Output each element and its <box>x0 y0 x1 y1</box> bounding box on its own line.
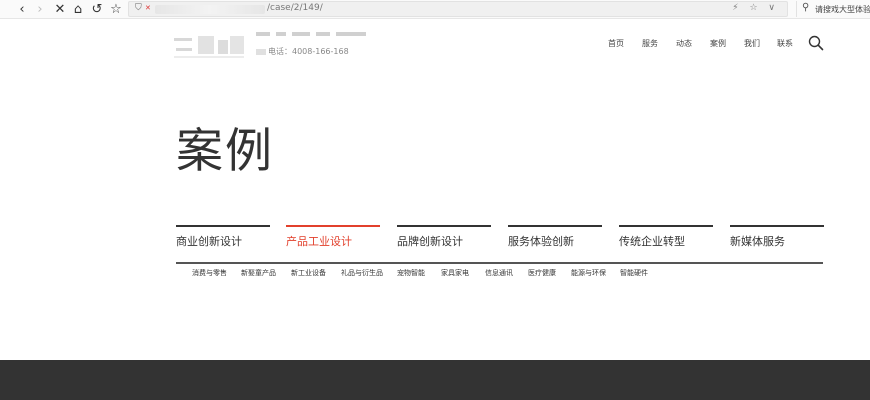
nav-contact[interactable]: 联系 <box>777 38 793 49</box>
hotline: 电话：4008-166-168 <box>256 46 349 57</box>
address-bar[interactable]: ⛉ ✕ /case/2/149/ ⚡ ☆ ∨ <box>128 1 788 17</box>
page-title: 案例 <box>176 124 274 179</box>
site-tagline-redacted <box>256 32 391 38</box>
category-tab-5[interactable]: 传统企业转型 <box>619 225 713 255</box>
subcategory-link-4[interactable]: 礼品与衍生品 <box>341 268 383 278</box>
back-icon[interactable]: ‹ <box>14 1 30 17</box>
url-tools-icons[interactable]: ⚡ ☆ ∨ <box>732 3 779 13</box>
subcategory-link-5[interactable]: 宠物智能 <box>397 268 425 278</box>
subcategory-link-3[interactable]: 新工业设备 <box>291 268 326 278</box>
home-icon[interactable]: ⌂ <box>70 1 86 17</box>
subcategory-link-1[interactable]: 消费与零售 <box>192 268 227 278</box>
category-tab-6[interactable]: 新媒体服务 <box>730 225 824 255</box>
bookmark-star-icon[interactable]: ☆ <box>108 1 124 17</box>
site-logo[interactable] <box>174 34 244 58</box>
browser-search-box[interactable]: ⚲ 请搜戏大型体验馆 <box>796 1 870 17</box>
footer-band <box>0 360 870 400</box>
category-tab-2[interactable]: 产品工业设计 <box>286 225 380 255</box>
subcategory-link-10[interactable]: 智能硬件 <box>620 268 648 278</box>
shield-icon: ⛉ <box>135 3 142 13</box>
category-tab-1[interactable]: 商业创新设计 <box>176 225 270 255</box>
nav-cases[interactable]: 案例 <box>710 38 726 49</box>
subcategory-link-2[interactable]: 新娶童产品 <box>241 268 276 278</box>
subcategory-link-6[interactable]: 家具家电 <box>441 268 469 278</box>
reload-icon[interactable]: ↺ <box>89 1 105 17</box>
nav-home[interactable]: 首页 <box>608 38 624 49</box>
phone-number: 4008-166-168 <box>292 47 349 56</box>
url-path: /case/2/149/ <box>267 3 323 13</box>
site-search-icon[interactable] <box>808 35 824 51</box>
subcategory-link-8[interactable]: 医疗健康 <box>528 268 556 278</box>
insecure-warning-icon: ✕ <box>145 4 151 12</box>
category-tab-4[interactable]: 服务体验创新 <box>508 225 602 255</box>
forward-icon[interactable]: › <box>32 1 48 17</box>
nav-about[interactable]: 我们 <box>744 38 760 49</box>
stop-icon[interactable]: ✕ <box>52 1 68 17</box>
url-host-redacted <box>155 5 265 14</box>
tabs-underline <box>176 262 823 264</box>
search-icon: ⚲ <box>802 2 810 13</box>
category-tab-3[interactable]: 品牌创新设计 <box>397 225 491 255</box>
subcategory-link-7[interactable]: 信息通讯 <box>485 268 513 278</box>
nav-news[interactable]: 动态 <box>676 38 692 49</box>
subcategory-link-9[interactable]: 能源与环保 <box>571 268 606 278</box>
browser-toolbar: ‹ › ✕ ⌂ ↺ ☆ ⛉ ✕ /case/2/149/ ⚡ ☆ ∨ ⚲ 请搜戏… <box>0 0 870 19</box>
browser-search-placeholder: 请搜戏大型体验馆 <box>815 5 870 14</box>
nav-services[interactable]: 服务 <box>642 38 658 49</box>
phone-label: 电话： <box>268 47 292 56</box>
